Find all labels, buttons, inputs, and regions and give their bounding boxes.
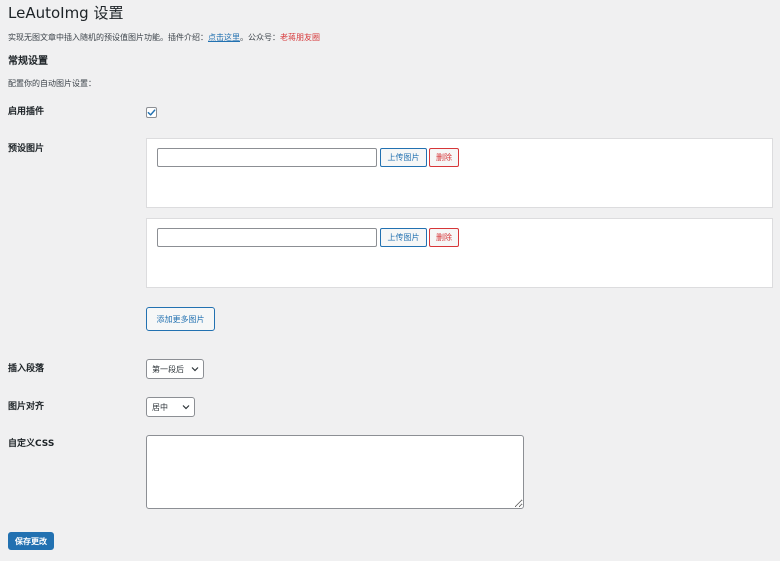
insert-paragraph-select[interactable]: 第一段后 bbox=[146, 359, 204, 379]
delete-image-button-1[interactable]: 删除 bbox=[429, 148, 459, 167]
image-row-1: 上传图片 删除 bbox=[146, 138, 773, 208]
enable-plugin-checkbox[interactable] bbox=[146, 107, 157, 118]
image-align-value: 居中 bbox=[152, 402, 168, 412]
add-more-images-button[interactable]: 添加更多图片 bbox=[146, 307, 215, 331]
image-url-input-1[interactable] bbox=[157, 148, 377, 167]
section-description: 配置你的自动图片设置： bbox=[8, 79, 96, 88]
insert-paragraph-value: 第一段后 bbox=[152, 364, 184, 374]
intro-text: 实现无图文章中插入随机的预设值图片功能。插件介绍： bbox=[8, 33, 208, 42]
intro-link[interactable]: 点击这里 bbox=[208, 33, 240, 42]
page-title: LeAutoImg 设置 bbox=[8, 4, 124, 22]
enable-plugin-label: 启用插件 bbox=[8, 107, 45, 117]
insert-paragraph-label: 插入段落 bbox=[8, 364, 45, 374]
upload-image-button-2[interactable]: 上传图片 bbox=[380, 228, 427, 247]
save-changes-button[interactable]: 保存更改 bbox=[8, 532, 54, 550]
preset-images-label: 预设图片 bbox=[8, 144, 45, 154]
checkmark-icon bbox=[147, 109, 156, 116]
upload-image-button-1[interactable]: 上传图片 bbox=[380, 148, 427, 167]
section-title: 常规设置 bbox=[8, 56, 48, 67]
image-row-2: 上传图片 删除 bbox=[146, 218, 773, 288]
intro-after-link: 。公众号： bbox=[240, 33, 280, 42]
image-url-input-2[interactable] bbox=[157, 228, 377, 247]
chevron-down-icon bbox=[191, 367, 199, 372]
custom-css-label: 自定义CSS bbox=[8, 439, 55, 449]
image-align-label: 图片对齐 bbox=[8, 402, 45, 412]
image-align-select[interactable]: 居中 bbox=[146, 397, 195, 417]
intro-account-name: 老蒋朋友圈 bbox=[280, 33, 320, 42]
plugin-intro: 实现无图文章中插入随机的预设值图片功能。插件介绍：点击这里。公众号：老蒋朋友圈 bbox=[8, 32, 320, 44]
delete-image-button-2[interactable]: 删除 bbox=[429, 228, 459, 247]
chevron-down-icon bbox=[182, 405, 190, 410]
custom-css-textarea[interactable] bbox=[146, 435, 524, 509]
